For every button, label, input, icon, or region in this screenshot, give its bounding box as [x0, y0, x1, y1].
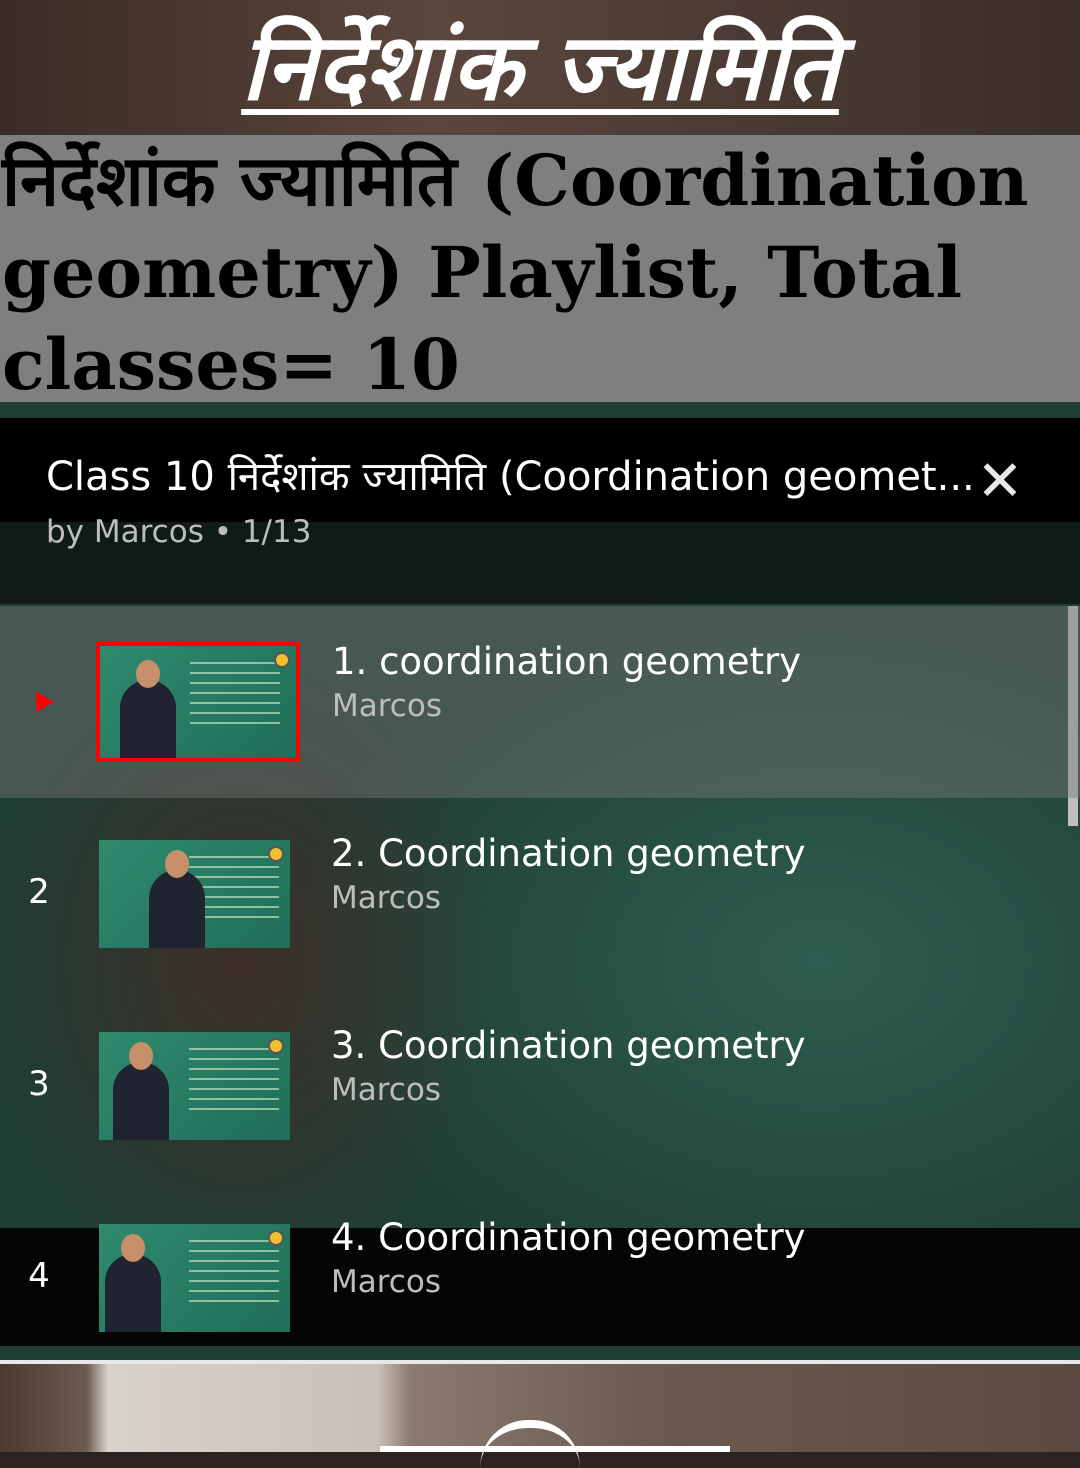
playlist-item-title: 2. Coordination geometry [331, 832, 806, 875]
thumbnail-person [105, 1254, 161, 1332]
playlist-item-index: 2 [28, 872, 50, 912]
description-line: निर्देशांक ज्यामिति (Coordination [2, 139, 1029, 222]
divider [0, 1360, 1080, 1364]
playlist-description: निर्देशांक ज्यामिति (Coordination geomet… [0, 135, 1080, 402]
playlist-item-author: Marcos [331, 880, 441, 916]
thumbnail-person [149, 870, 205, 948]
playlist-item-author: Marcos [331, 1264, 441, 1300]
playlist-item[interactable]: 3 3. Coordination geometry Marcos [0, 990, 1080, 1228]
playlist-item-index: 4 [28, 1256, 50, 1296]
playlist-item-author: Marcos [332, 688, 442, 724]
playlist-item-title: 1. coordination geometry [332, 640, 802, 683]
thumbnail-head [136, 660, 160, 688]
thumbnail-logo [274, 652, 290, 668]
playlist-item-title: 3. Coordination geometry [331, 1024, 806, 1067]
playlist-item-author: Marcos [331, 1072, 441, 1108]
thumbnail-person [113, 1062, 169, 1140]
thumbnail-logo [268, 1038, 284, 1054]
playlist-item-title: 4. Coordination geometry [331, 1216, 806, 1259]
play-indicator-icon [36, 692, 54, 712]
playlist-item[interactable]: 1. coordination geometry Marcos [0, 606, 1080, 798]
playlist-subtitle: by Marcos • 1/13 [46, 514, 312, 550]
thumbnail-board [190, 662, 280, 732]
thumbnail-head [121, 1234, 145, 1262]
description-line: classes= 10 [2, 323, 460, 402]
thumbnail-person [120, 680, 176, 758]
thumbnail-logo [268, 1230, 284, 1246]
thumbnail-board [189, 1048, 279, 1118]
description-line: geometry) Playlist, Total [2, 231, 963, 314]
video-banner-title-text: निर्देशांक ज्यामिति [241, 13, 839, 121]
video-thumbnail[interactable] [99, 1032, 290, 1140]
video-thumbnail[interactable] [96, 642, 300, 762]
thumbnail-head [129, 1042, 153, 1070]
playlist-item[interactable]: 2 2. Coordination geometry Marcos [0, 798, 1080, 990]
video-banner-title: निर्देशांक ज्यामिति [0, 0, 1080, 135]
video-thumbnail[interactable] [99, 840, 290, 948]
thumbnail-board [189, 1240, 279, 1310]
playlist-title[interactable]: Class 10 निर्देशांक ज्यामिति (Coordinati… [46, 452, 976, 502]
playlist-item-index: 3 [28, 1064, 50, 1104]
thumbnail-logo [268, 846, 284, 862]
bottom-title-underline [380, 1446, 730, 1452]
video-thumbnail[interactable] [99, 1224, 290, 1332]
playlist-item[interactable]: 4 4. Coordination geometry Marcos [0, 1216, 1080, 1346]
close-icon[interactable]: ✕ [972, 454, 1028, 510]
thumbnail-head [165, 850, 189, 878]
